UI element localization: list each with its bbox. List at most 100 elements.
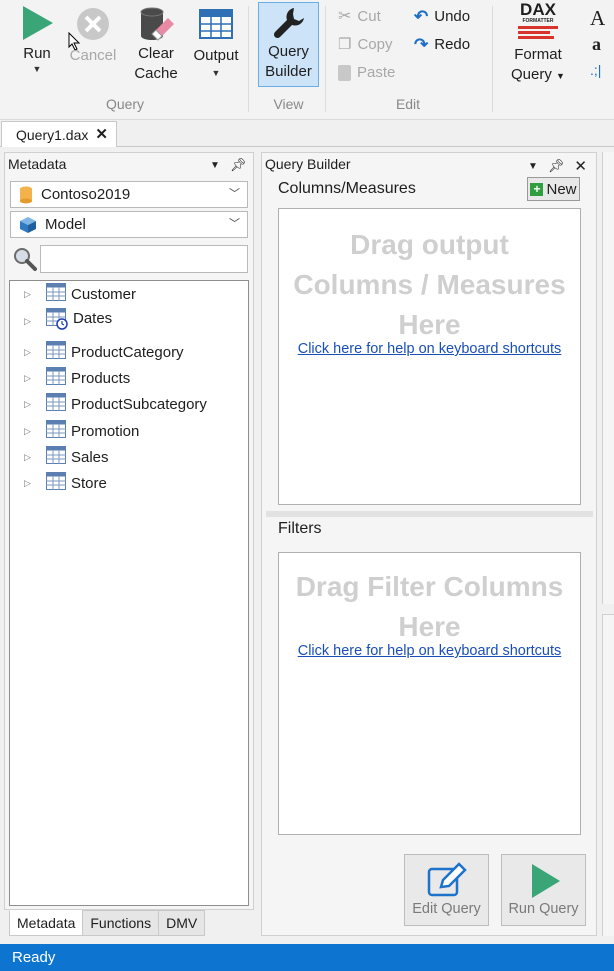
panel-splitter[interactable] — [266, 511, 593, 517]
model-selector[interactable]: Model ﹀ — [10, 211, 248, 238]
database-selector[interactable]: Contoso2019 ﹀ — [10, 181, 248, 208]
cancel-button[interactable]: Cancel — [68, 6, 118, 66]
clear-cache-button[interactable]: Clear Cache — [130, 4, 182, 84]
tab-metadata[interactable]: Metadata — [9, 910, 84, 936]
tab-functions[interactable]: Functions — [82, 910, 160, 936]
panel-menu-icon[interactable]: ▼ — [210, 160, 220, 171]
expand-arrow-icon[interactable]: ▷ — [24, 289, 36, 300]
query-builder-label-2: Builder — [265, 63, 312, 80]
tree-item-promotion[interactable]: ▷ Promotion — [10, 419, 139, 443]
run-button[interactable]: Run ▼ — [14, 4, 60, 74]
cancel-icon — [77, 8, 109, 40]
tree-item-label: Products — [71, 369, 131, 387]
close-icon[interactable]: ✕ — [95, 123, 108, 147]
ribbon-separator — [248, 6, 249, 112]
copy-button[interactable]: ❐ Copy — [338, 33, 392, 57]
table-icon — [46, 341, 66, 363]
clear-cache-label-2: Cache — [134, 65, 178, 82]
document-tab[interactable]: Query1.dax ✕ — [1, 121, 117, 147]
panel-menu-icon[interactable]: ▼ — [528, 161, 538, 172]
play-icon — [531, 864, 560, 898]
columns-drop-zone[interactable]: Drag output Columns / Measures Here Clic… — [278, 208, 581, 505]
query-builder-panel-title: Query Builder — [265, 156, 351, 172]
clear-cache-label-1: Clear — [138, 45, 174, 62]
table-icon — [46, 472, 66, 494]
font-size-small-icon[interactable]: a — [592, 34, 601, 55]
search-icon — [14, 248, 37, 271]
status-text: Ready — [12, 949, 56, 966]
ribbon-separator — [492, 6, 493, 112]
expand-arrow-icon[interactable]: ▷ — [24, 316, 36, 327]
undo-button[interactable]: ↶ Undo — [414, 5, 470, 29]
tree-item-dates[interactable]: ▷ Dates — [10, 308, 112, 334]
play-icon — [23, 6, 53, 40]
expand-arrow-icon[interactable]: ▷ — [24, 478, 36, 489]
tree-item-productsubcategory[interactable]: ▷ ProductSubcategory — [10, 392, 207, 416]
columns-measures-header: Columns/Measures — [278, 180, 416, 197]
pin-icon[interactable]: 📌︎ — [230, 157, 247, 173]
expand-arrow-icon[interactable]: ▷ — [24, 347, 36, 358]
date-table-icon — [46, 308, 68, 334]
metadata-search-input[interactable] — [40, 245, 248, 273]
keyboard-shortcuts-help-link[interactable]: Click here for help on keyboard shortcut… — [279, 341, 580, 357]
tree-item-label: ProductSubcategory — [71, 395, 207, 413]
format-query-button[interactable]: DAX FORMATTER Format Query ▼ — [508, 1, 568, 86]
metadata-bottom-tabs: Metadata Functions DMV — [9, 910, 206, 936]
copy-label: Copy — [357, 36, 393, 53]
table-icon — [46, 393, 66, 415]
scissors-icon: ✂ — [338, 8, 352, 25]
expand-arrow-icon[interactable]: ▷ — [24, 399, 36, 410]
tree-item-sales[interactable]: ▷ Sales — [10, 445, 109, 469]
expand-arrow-icon[interactable]: ▷ — [24, 373, 36, 384]
database-name: Contoso2019 — [41, 186, 131, 203]
tree-item-store[interactable]: ▷ Store — [10, 471, 107, 495]
filters-placeholder: Drag Filter Columns Here — [295, 571, 564, 642]
edit-query-button[interactable]: Edit Query — [404, 854, 489, 926]
tree-item-productcategory[interactable]: ▷ ProductCategory — [10, 340, 184, 364]
expand-arrow-icon[interactable]: ▷ — [24, 426, 36, 437]
clipboard-icon — [338, 65, 351, 81]
cut-button[interactable]: ✂ Cut — [338, 5, 381, 29]
query-builder-panel: Query Builder ▼ 📌︎ ✕ Columns/Measures + … — [261, 152, 597, 936]
table-icon — [46, 446, 66, 468]
document-tab-title: Query1.dax — [16, 126, 89, 143]
tab-dmv[interactable]: DMV — [158, 910, 206, 936]
new-label: New — [546, 180, 577, 198]
run-query-label: Run Query — [508, 901, 579, 917]
format-query-label-2: Query ▼ — [511, 66, 565, 83]
tree-item-label: Promotion — [71, 422, 140, 440]
new-measure-button[interactable]: + New — [527, 177, 580, 201]
output-label: Output — [193, 47, 239, 64]
keyboard-shortcuts-help-link[interactable]: Click here for help on keyboard shortcut… — [279, 643, 580, 659]
output-button[interactable]: Output ▼ — [189, 6, 243, 78]
wrench-icon — [273, 8, 304, 39]
metadata-tree: ▷ Customer ▷ Dates ▷ ProductCategory ▷ P… — [9, 280, 249, 906]
plus-icon: + — [530, 182, 544, 196]
output-grid-icon — [199, 9, 233, 39]
redo-button[interactable]: ↷ Redo — [414, 33, 470, 57]
expand-arrow-icon[interactable]: ▷ — [24, 452, 36, 463]
paste-button[interactable]: Paste — [338, 61, 395, 85]
query-builder-panel-tools: ▼ 📌︎ ✕ — [528, 157, 587, 175]
query-builder-button[interactable]: Query Builder — [258, 2, 319, 87]
edit-query-label: Edit Query — [412, 901, 481, 917]
more-options-icon[interactable]: .;| — [590, 62, 601, 78]
table-icon — [46, 367, 66, 389]
undo-label: Undo — [434, 8, 471, 25]
tree-item-customer[interactable]: ▷ Customer — [10, 282, 136, 306]
close-icon[interactable]: ✕ — [574, 157, 587, 175]
pin-icon[interactable]: 📌︎ — [548, 158, 565, 174]
database-icon — [20, 186, 32, 203]
model-cube-icon — [20, 216, 36, 233]
run-query-button[interactable]: Run Query — [501, 854, 586, 926]
dax-formatter-logo: DAX FORMATTER — [516, 1, 560, 39]
tree-item-label: Store — [71, 474, 107, 492]
paste-label: Paste — [357, 64, 396, 81]
filters-drop-zone[interactable]: Drag Filter Columns Here Click here for … — [278, 552, 581, 835]
font-size-large-icon[interactable]: A — [590, 6, 605, 31]
status-bar: Ready — [0, 944, 614, 971]
chevron-down-icon: ▼ — [32, 64, 42, 74]
ribbon: Run ▼ Cancel Clear Cache Output ▼ Query … — [0, 0, 614, 120]
tree-item-products[interactable]: ▷ Products — [10, 366, 130, 390]
right-panel-fragment — [602, 152, 614, 604]
